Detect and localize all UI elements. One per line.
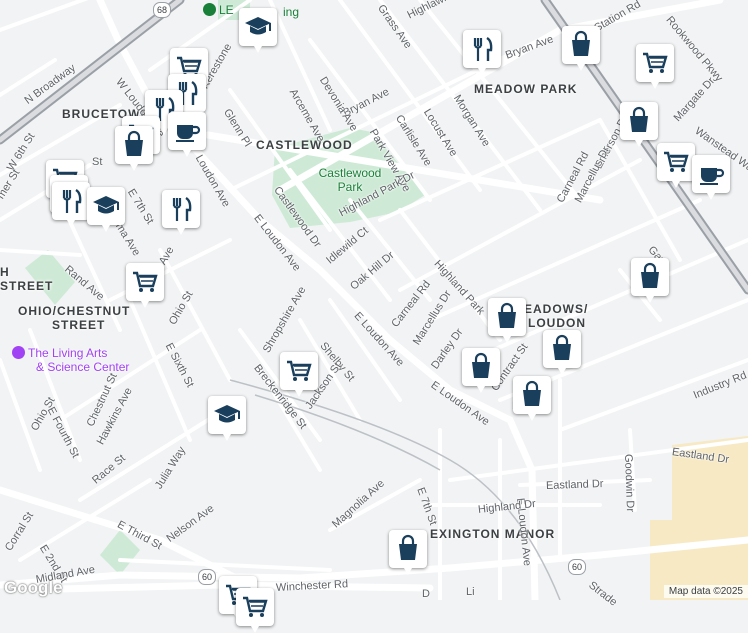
pin-tail [160,128,168,135]
pin-tail [295,390,303,397]
area-label-ohio-chestnut: OHIO/CHESTNUT [18,304,131,318]
street-label: Goodwin Dr [622,453,637,513]
living-arts-label[interactable]: The Living Arts & Science Center [12,346,129,374]
shopping-cart-icon [243,596,268,617]
shopping-cart-icon [133,271,158,292]
restaurant-icon [62,188,82,213]
school-icon [93,196,119,214]
poi-pin-shopping-cart[interactable] [636,44,674,89]
living-arts-label-line1: The Living Arts [28,346,108,360]
area-label-ohio-chestnut-2: STREET [52,318,106,332]
pin-tail [672,181,680,188]
street-label: D [422,588,430,600]
poi-pin-restaurant[interactable] [162,190,200,235]
poi-pin-school[interactable] [208,396,246,441]
pin-tail [707,193,715,200]
poi-pin-restaurant[interactable] [463,30,501,75]
pin-tail [251,626,259,633]
poi-pin-school[interactable] [239,8,277,53]
shopping-bag-icon [553,334,571,360]
shopping-bag-icon [641,262,659,288]
poi-pin-shopping-bag[interactable] [389,530,427,575]
pin-tail [223,434,231,441]
poi-pin-shopping-cart[interactable] [657,143,695,188]
area-label-loudon: LOUDON [528,316,586,330]
pin-tail [130,164,138,171]
pin-tail [577,64,585,71]
poi-pin-shopping-bag[interactable] [115,126,153,171]
castlewood-park-label-line1: Castlewood [318,166,382,180]
cafe-icon [700,168,725,185]
restaurant-icon [473,36,493,61]
cafe-icon [176,125,201,142]
poi-pin-shopping-bag[interactable] [513,376,551,421]
lexpark-label-text: LE [219,3,234,17]
poi-pin-shopping-bag[interactable] [488,298,526,343]
shopping-bag-icon [498,302,516,328]
area-label-meadow-park: MEADOW PARK [474,82,578,96]
lexpark-label-suffix: ing [283,5,300,19]
pin-tail [478,68,486,75]
shopping-bag-icon [572,30,590,56]
pin-tail [503,336,511,343]
google-logo: Google [4,578,63,597]
pin-tail [528,414,536,421]
poi-pin-school[interactable] [87,187,125,232]
street-label: Li [466,586,475,598]
poi-pin-shopping-bag[interactable] [631,258,669,303]
poi-pin-shopping-bag[interactable] [620,102,658,147]
shopping-bag-icon [523,380,541,406]
poi-pin-shopping-bag[interactable] [562,26,600,71]
pin-tail [183,150,191,157]
poi-pin-cafe[interactable] [168,112,206,157]
shopping-cart-icon [664,151,689,172]
school-icon [245,17,271,35]
street-label: Eastland Dr [545,477,604,492]
poi-pin-shopping-bag[interactable] [462,348,500,393]
pin-tail [646,296,654,303]
poi-pin-shopping-cart[interactable] [236,588,274,633]
pin-tail [404,568,412,575]
us-68-shield: 68 [153,2,171,18]
pin-tail [67,220,75,227]
poi-pin-restaurant[interactable] [52,182,90,227]
area-label-street-left: STREET [0,279,54,293]
pin-tail [558,368,566,375]
pin-tail [651,82,659,89]
park-place-icon [203,3,216,16]
pin-tail [477,386,485,393]
poi-pin-shopping-cart[interactable] [126,263,164,308]
shopping-bag-icon [399,534,417,560]
shopping-bag-icon [630,106,648,132]
pin-tail [102,225,110,232]
living-arts-label-line2: & Science Center [36,360,130,374]
area-label-lexington-manor: EXINGTON MANOR [430,527,556,541]
restaurant-icon [172,196,192,221]
poi-pin-cafe[interactable] [692,155,730,200]
pin-tail [635,140,643,147]
museum-icon [12,346,25,359]
lexpark-label[interactable]: LE [203,3,234,17]
area-label-h-left: H [0,265,10,279]
poi-pin-shopping-cart[interactable] [280,352,318,397]
us-60-shield: 60 [198,569,216,585]
pin-tail [141,301,149,308]
area-label-meadows: EADOWS/ [524,302,589,316]
area-label-castlewood: CASTLEWOOD [256,138,353,152]
map-data-attribution[interactable]: Map data ©2025 [663,585,748,598]
shopping-bag-icon [125,130,143,156]
street-label: St [92,156,103,168]
school-icon [214,405,240,423]
poi-pin-shopping-bag[interactable] [543,330,581,375]
shopping-cart-icon [287,360,312,381]
pin-tail [177,228,185,235]
shopping-cart-icon [643,52,668,73]
pin-tail [254,46,262,53]
shopping-bag-icon [472,352,490,378]
us-60-shield-east: 60 [568,559,586,575]
